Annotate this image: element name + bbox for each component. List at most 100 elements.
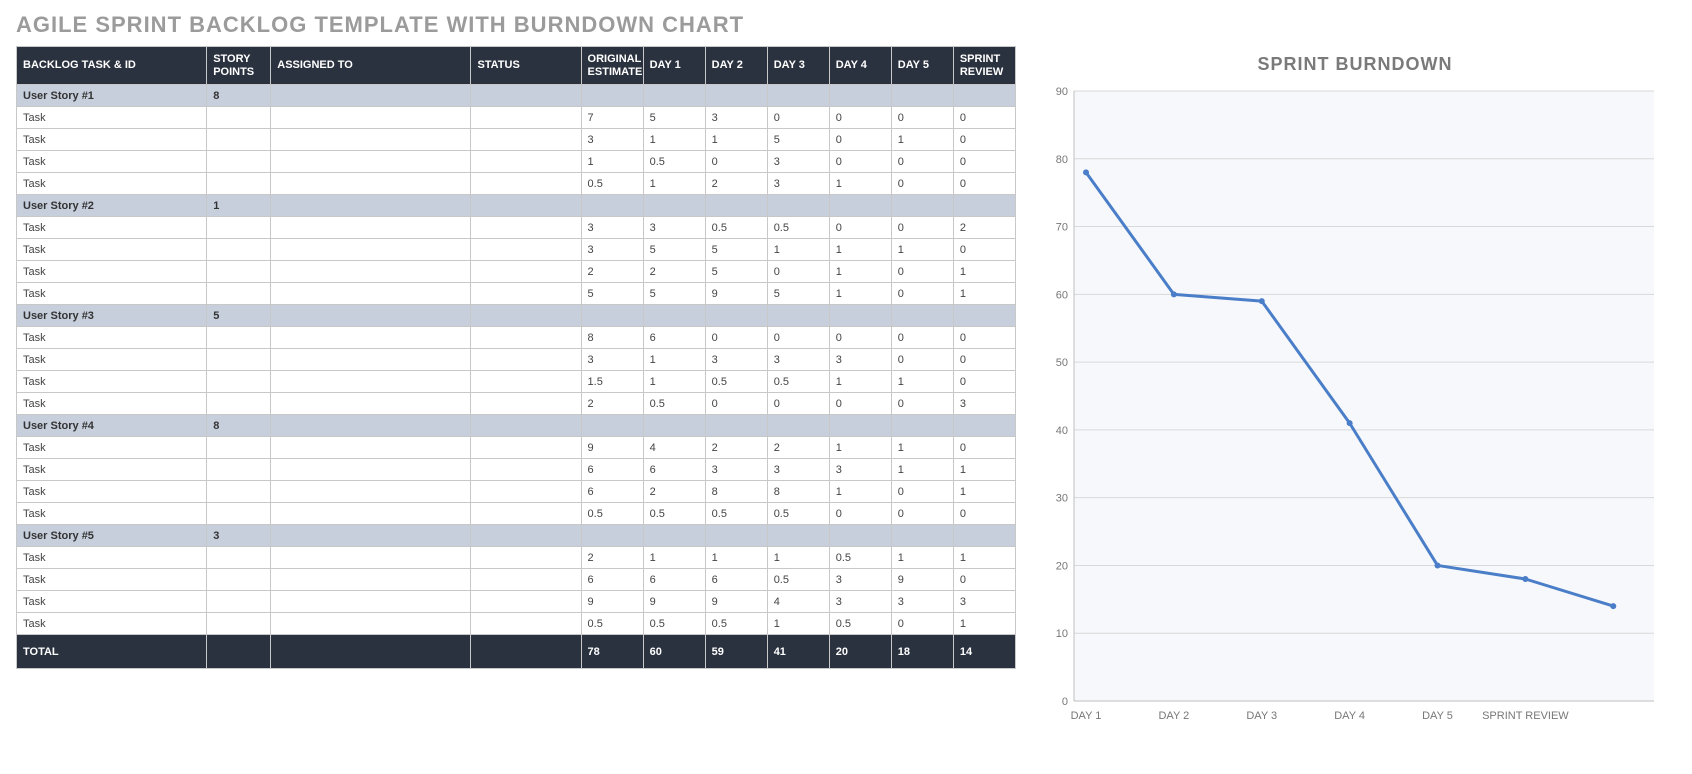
task-row: Task3133300 [17, 349, 1016, 371]
task-name: Task [17, 173, 207, 195]
task-name: Task [17, 547, 207, 569]
cell-d1: 0.5 [643, 613, 705, 635]
cell-d3: 3 [767, 173, 829, 195]
cell-d3: 8 [767, 481, 829, 503]
story-row: User Story #18 [17, 85, 1016, 107]
col-header-review: SPRINT REVIEW [953, 47, 1015, 85]
cell-review: 1 [953, 613, 1015, 635]
cell-d2: 1 [705, 129, 767, 151]
cell-d2: 9 [705, 591, 767, 613]
cell-d3: 1 [767, 547, 829, 569]
total-row: TOTAL78605941201814 [17, 635, 1016, 669]
cell-d2: 0.5 [705, 503, 767, 525]
task-name: Task [17, 437, 207, 459]
cell-d3: 1 [767, 239, 829, 261]
story-row: User Story #48 [17, 415, 1016, 437]
col-header-status: STATUS [471, 47, 581, 85]
plot-area [1074, 91, 1654, 701]
task-row: Task8600000 [17, 327, 1016, 349]
cell-d5: 0 [891, 349, 953, 371]
cell-d1: 6 [643, 569, 705, 591]
cell-orig: 1.5 [581, 371, 643, 393]
burndown-chart: 0102030405060708090DAY 1DAY 2DAY 3DAY 4D… [1034, 81, 1674, 741]
cell-review: 0 [953, 173, 1015, 195]
x-tick-label: DAY 4 [1334, 710, 1365, 722]
cell-d1: 1 [643, 547, 705, 569]
backlog-table-container: BACKLOG TASK & ID STORY POINTS ASSIGNED … [16, 46, 1016, 669]
task-row: Task5595101 [17, 283, 1016, 305]
cell-d5: 0 [891, 151, 953, 173]
cell-d5: 1 [891, 371, 953, 393]
cell-d4: 3 [829, 591, 891, 613]
cell-d1: 3 [643, 217, 705, 239]
cell-d3: 5 [767, 283, 829, 305]
burndown-chart-container: SPRINT BURNDOWN 0102030405060708090DAY 1… [1034, 46, 1676, 741]
cell-d5: 9 [891, 569, 953, 591]
task-row: Task20.500003 [17, 393, 1016, 415]
chart-title: SPRINT BURNDOWN [1034, 54, 1676, 75]
cell-d3: 3 [767, 459, 829, 481]
x-tick-label: DAY 3 [1246, 710, 1277, 722]
cell-d2: 2 [705, 173, 767, 195]
cell-d3: 2 [767, 437, 829, 459]
total-d5: 18 [891, 635, 953, 669]
x-tick-label: DAY 1 [1071, 710, 1102, 722]
col-header-points: STORY POINTS [207, 47, 271, 85]
cell-orig: 3 [581, 129, 643, 151]
cell-d5: 0 [891, 503, 953, 525]
cell-d4: 0 [829, 129, 891, 151]
story-name: User Story #4 [17, 415, 207, 437]
cell-d1: 5 [643, 239, 705, 261]
story-points: 8 [207, 85, 271, 107]
cell-orig: 8 [581, 327, 643, 349]
col-header-d3: DAY 3 [767, 47, 829, 85]
task-row: Task6633311 [17, 459, 1016, 481]
task-name: Task [17, 591, 207, 613]
cell-orig: 2 [581, 547, 643, 569]
cell-d5: 0 [891, 481, 953, 503]
data-point [1435, 562, 1441, 568]
cell-d4: 0 [829, 327, 891, 349]
cell-d5: 0 [891, 217, 953, 239]
cell-d5: 0 [891, 283, 953, 305]
cell-d2: 6 [705, 569, 767, 591]
task-row: Task21110.511 [17, 547, 1016, 569]
cell-d1: 0.5 [643, 503, 705, 525]
task-name: Task [17, 239, 207, 261]
y-tick-label: 40 [1056, 425, 1068, 437]
cell-d5: 0 [891, 261, 953, 283]
cell-d3: 0.5 [767, 371, 829, 393]
task-name: Task [17, 613, 207, 635]
col-header-backlog: BACKLOG TASK & ID [17, 47, 207, 85]
cell-d1: 2 [643, 481, 705, 503]
cell-d3: 4 [767, 591, 829, 613]
cell-d3: 3 [767, 349, 829, 371]
cell-d2: 3 [705, 107, 767, 129]
task-row: Task9422110 [17, 437, 1016, 459]
task-name: Task [17, 569, 207, 591]
cell-orig: 3 [581, 349, 643, 371]
task-name: Task [17, 481, 207, 503]
cell-d2: 1 [705, 547, 767, 569]
cell-review: 3 [953, 393, 1015, 415]
data-point [1347, 420, 1353, 426]
cell-d2: 5 [705, 261, 767, 283]
cell-d5: 1 [891, 547, 953, 569]
data-point [1259, 298, 1265, 304]
cell-d3: 0.5 [767, 503, 829, 525]
task-row: Task6660.5390 [17, 569, 1016, 591]
task-name: Task [17, 349, 207, 371]
total-d3: 41 [767, 635, 829, 669]
data-point [1083, 169, 1089, 175]
story-row: User Story #21 [17, 195, 1016, 217]
total-d1: 60 [643, 635, 705, 669]
story-name: User Story #2 [17, 195, 207, 217]
col-header-d2: DAY 2 [705, 47, 767, 85]
task-row: Task330.50.5002 [17, 217, 1016, 239]
task-name: Task [17, 151, 207, 173]
task-row: Task2250101 [17, 261, 1016, 283]
cell-d1: 1 [643, 129, 705, 151]
task-row: Task10.503000 [17, 151, 1016, 173]
cell-orig: 0.5 [581, 173, 643, 195]
story-points: 1 [207, 195, 271, 217]
